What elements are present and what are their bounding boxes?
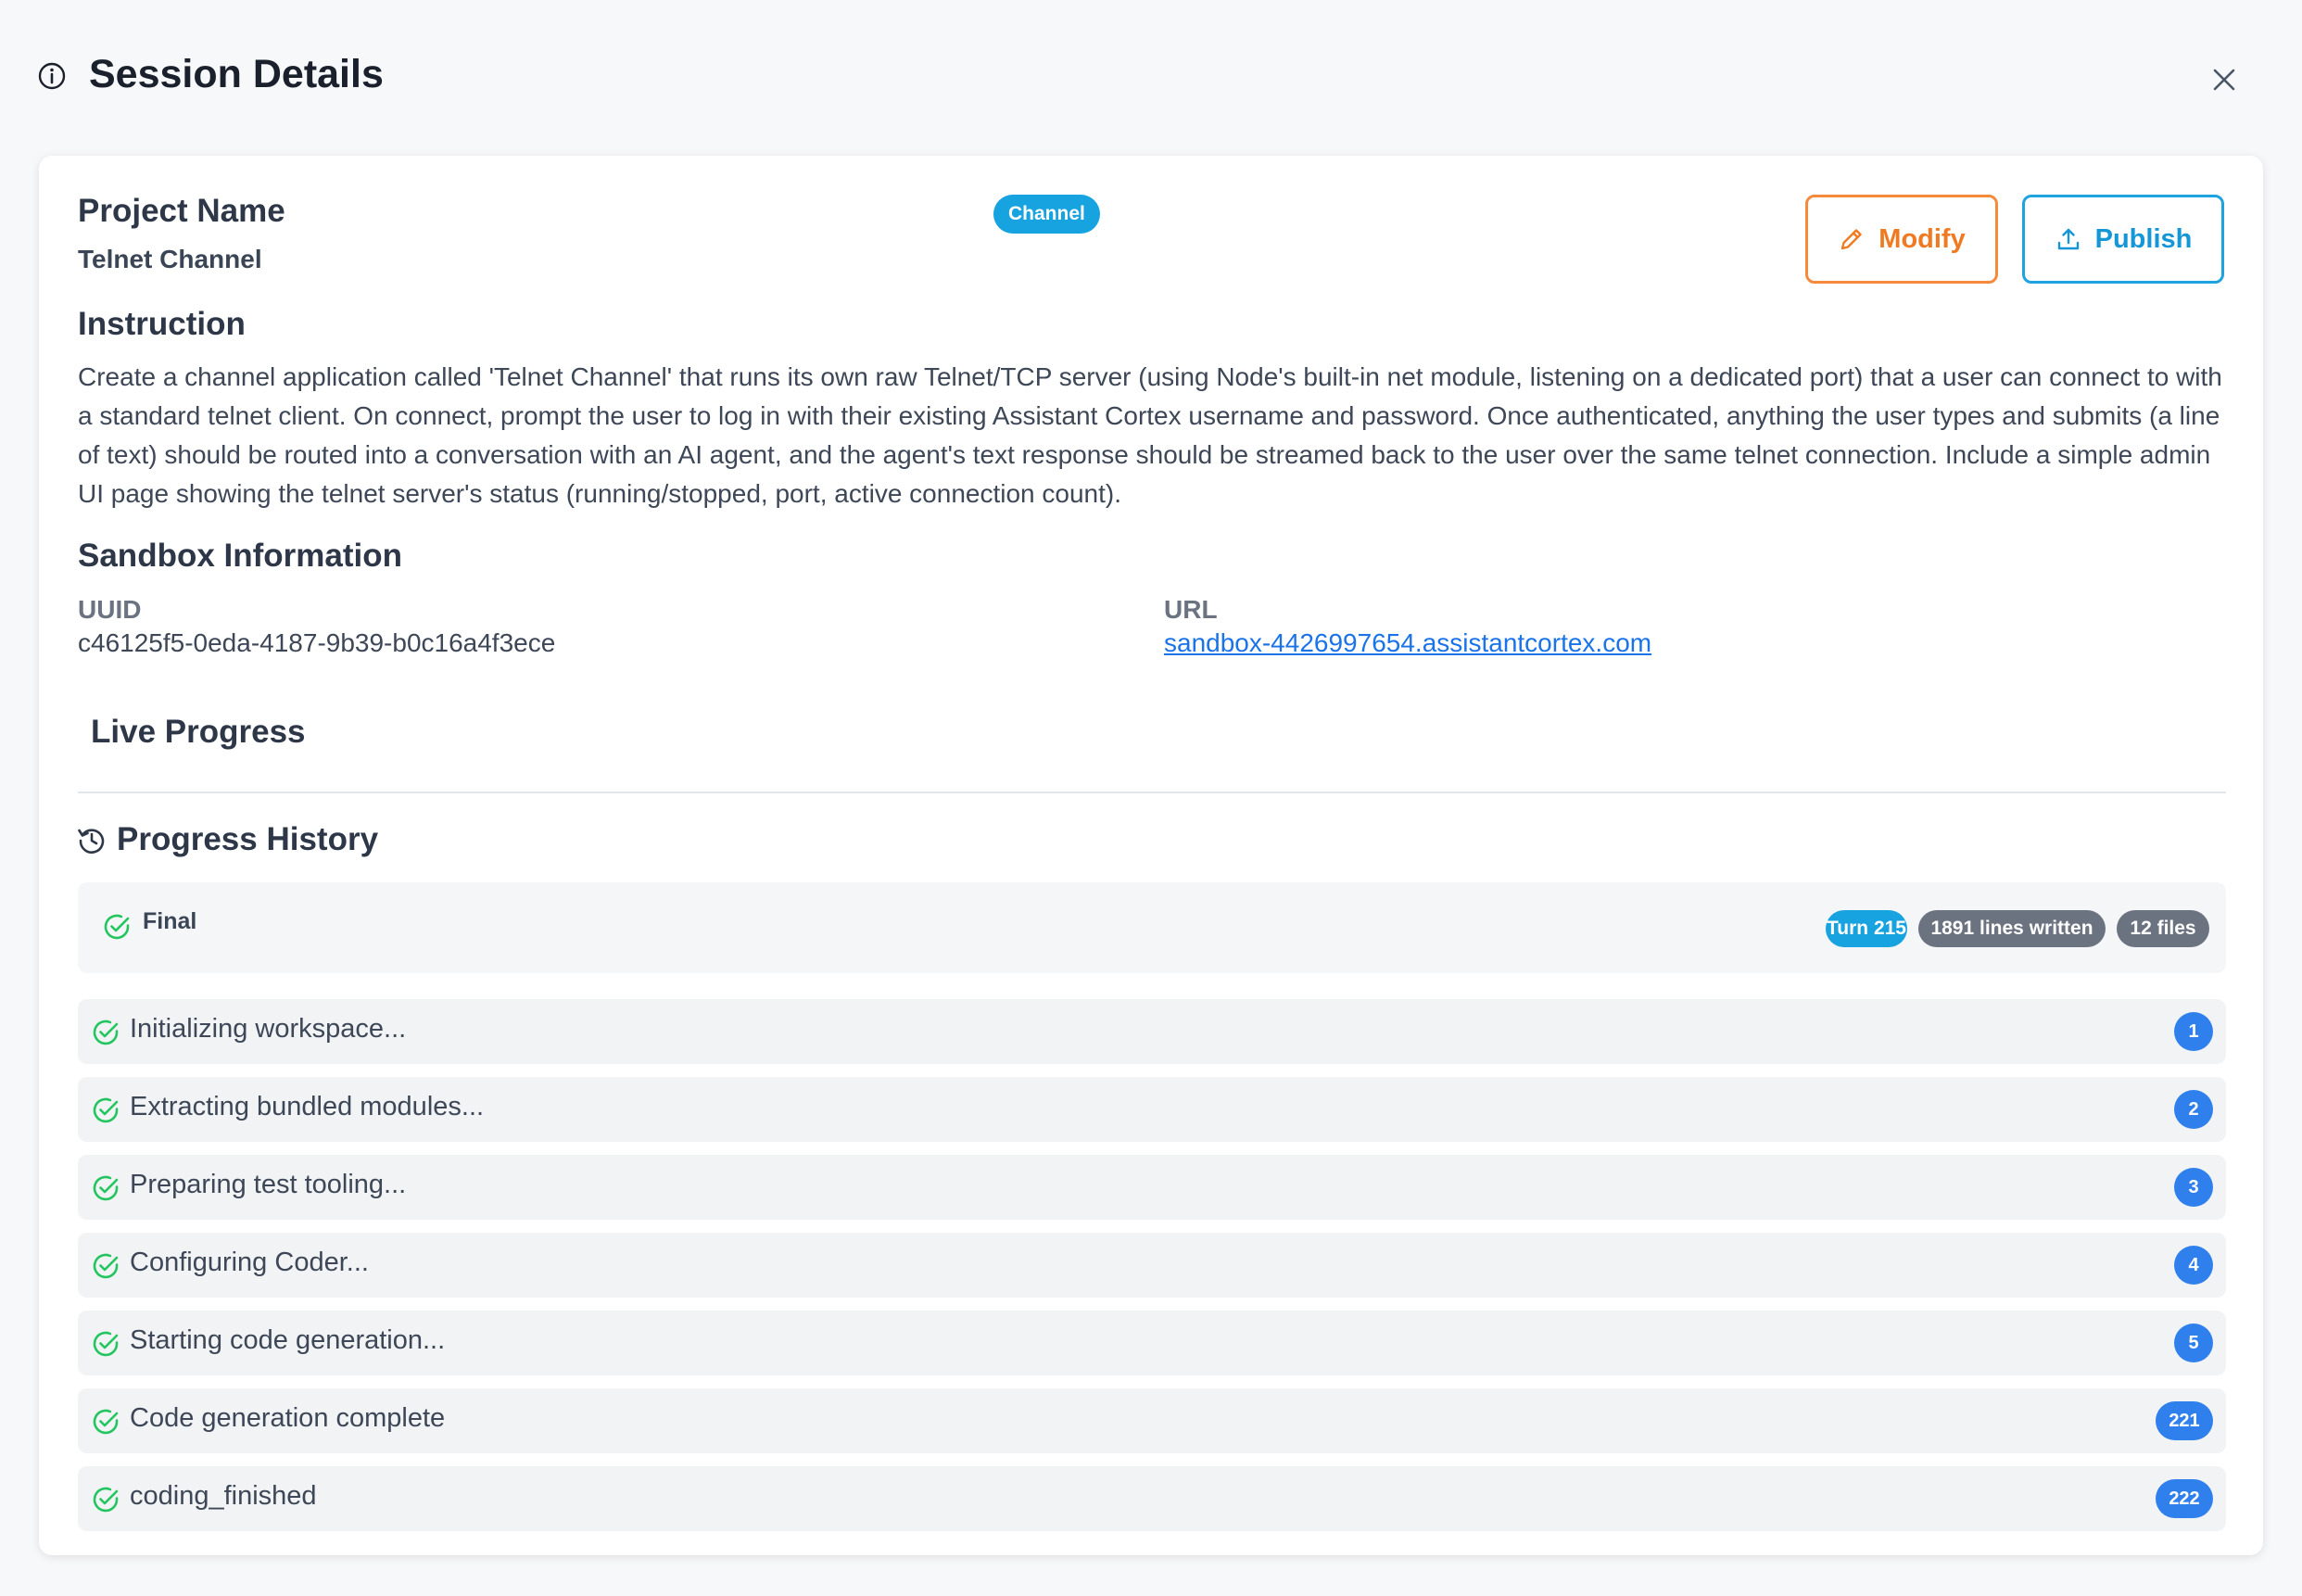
- lines-written-badge: 1891 lines written: [1918, 910, 2106, 947]
- session-card: Project Name Telnet Channel Channel Modi…: [39, 156, 2263, 1555]
- check-circle-icon: [93, 1409, 119, 1435]
- step-number-badge: 222: [2156, 1479, 2213, 1518]
- progress-history-label: Progress History: [117, 821, 379, 857]
- step-number-badge: 2: [2174, 1090, 2213, 1129]
- publish-button[interactable]: Publish: [2022, 195, 2224, 284]
- url-label: URL: [1164, 595, 1218, 624]
- instruction-label: Instruction: [78, 306, 246, 342]
- check-circle-icon: [93, 1331, 119, 1357]
- divider: [78, 792, 2226, 793]
- list-item: Starting code generation... 5: [78, 1311, 2226, 1375]
- pencil-icon: [1841, 229, 1862, 250]
- step-text: Initializing workspace...: [130, 1014, 407, 1044]
- check-circle-icon: [93, 1253, 119, 1279]
- project-name-label: Project Name: [78, 193, 285, 229]
- step-number-badge: 3: [2174, 1168, 2213, 1207]
- check-circle-icon: [93, 1097, 119, 1123]
- progress-step-list: Initializing workspace... 1 Extracting b…: [78, 999, 2226, 1544]
- project-name-value: Telnet Channel: [78, 245, 262, 273]
- list-item: Initializing workspace... 1: [78, 999, 2226, 1064]
- final-label: Final: [143, 908, 197, 934]
- step-text: Extracting bundled modules...: [130, 1092, 485, 1121]
- final-summary-row: Final Turn 215 1891 lines written 12 fil…: [78, 882, 2226, 973]
- step-number-badge: 221: [2156, 1401, 2213, 1440]
- modify-button[interactable]: Modify: [1805, 195, 1998, 284]
- step-number-badge: 4: [2174, 1246, 2213, 1285]
- check-circle-icon: [93, 1487, 119, 1513]
- step-text: Preparing test tooling...: [130, 1170, 407, 1199]
- modify-label: Modify: [1878, 223, 1966, 254]
- list-item: Code generation complete 221: [78, 1388, 2226, 1453]
- info-icon: [38, 62, 66, 90]
- instruction-text: Create a channel application called 'Tel…: [78, 362, 2222, 508]
- live-progress-label: Live Progress: [91, 714, 306, 750]
- check-circle-icon: [93, 1020, 119, 1045]
- sandbox-label: Sandbox Information: [78, 538, 402, 574]
- dialog-header: Session Details: [0, 0, 2302, 148]
- check-circle-icon: [104, 914, 130, 940]
- list-item: coding_finished 222: [78, 1466, 2226, 1531]
- sandbox-url-link[interactable]: sandbox-4426997654.assistantcortex.com: [1164, 628, 1651, 658]
- page-title: Session Details: [89, 52, 384, 96]
- step-text: Starting code generation...: [130, 1325, 446, 1355]
- step-text: Code generation complete: [130, 1403, 446, 1433]
- turn-badge: Turn 215: [1826, 910, 1907, 947]
- step-text: Configuring Coder...: [130, 1248, 369, 1277]
- close-icon[interactable]: [2206, 61, 2243, 98]
- publish-label: Publish: [2094, 223, 2193, 254]
- check-circle-icon: [93, 1175, 119, 1201]
- files-badge: 12 files: [2117, 910, 2209, 947]
- uuid-value: c46125f5-0eda-4187-9b39-b0c16a4f3ece: [78, 628, 556, 657]
- list-item: Extracting bundled modules... 2: [78, 1077, 2226, 1142]
- step-number-badge: 5: [2174, 1324, 2213, 1362]
- history-icon: [78, 829, 105, 854]
- uuid-label: UUID: [78, 595, 142, 624]
- step-number-badge: 1: [2174, 1012, 2213, 1051]
- step-text: coding_finished: [130, 1481, 317, 1511]
- list-item: Preparing test tooling... 3: [78, 1155, 2226, 1220]
- upload-icon: [2057, 228, 2079, 250]
- list-item: Configuring Coder... 4: [78, 1233, 2226, 1298]
- channel-badge: Channel: [993, 195, 1100, 234]
